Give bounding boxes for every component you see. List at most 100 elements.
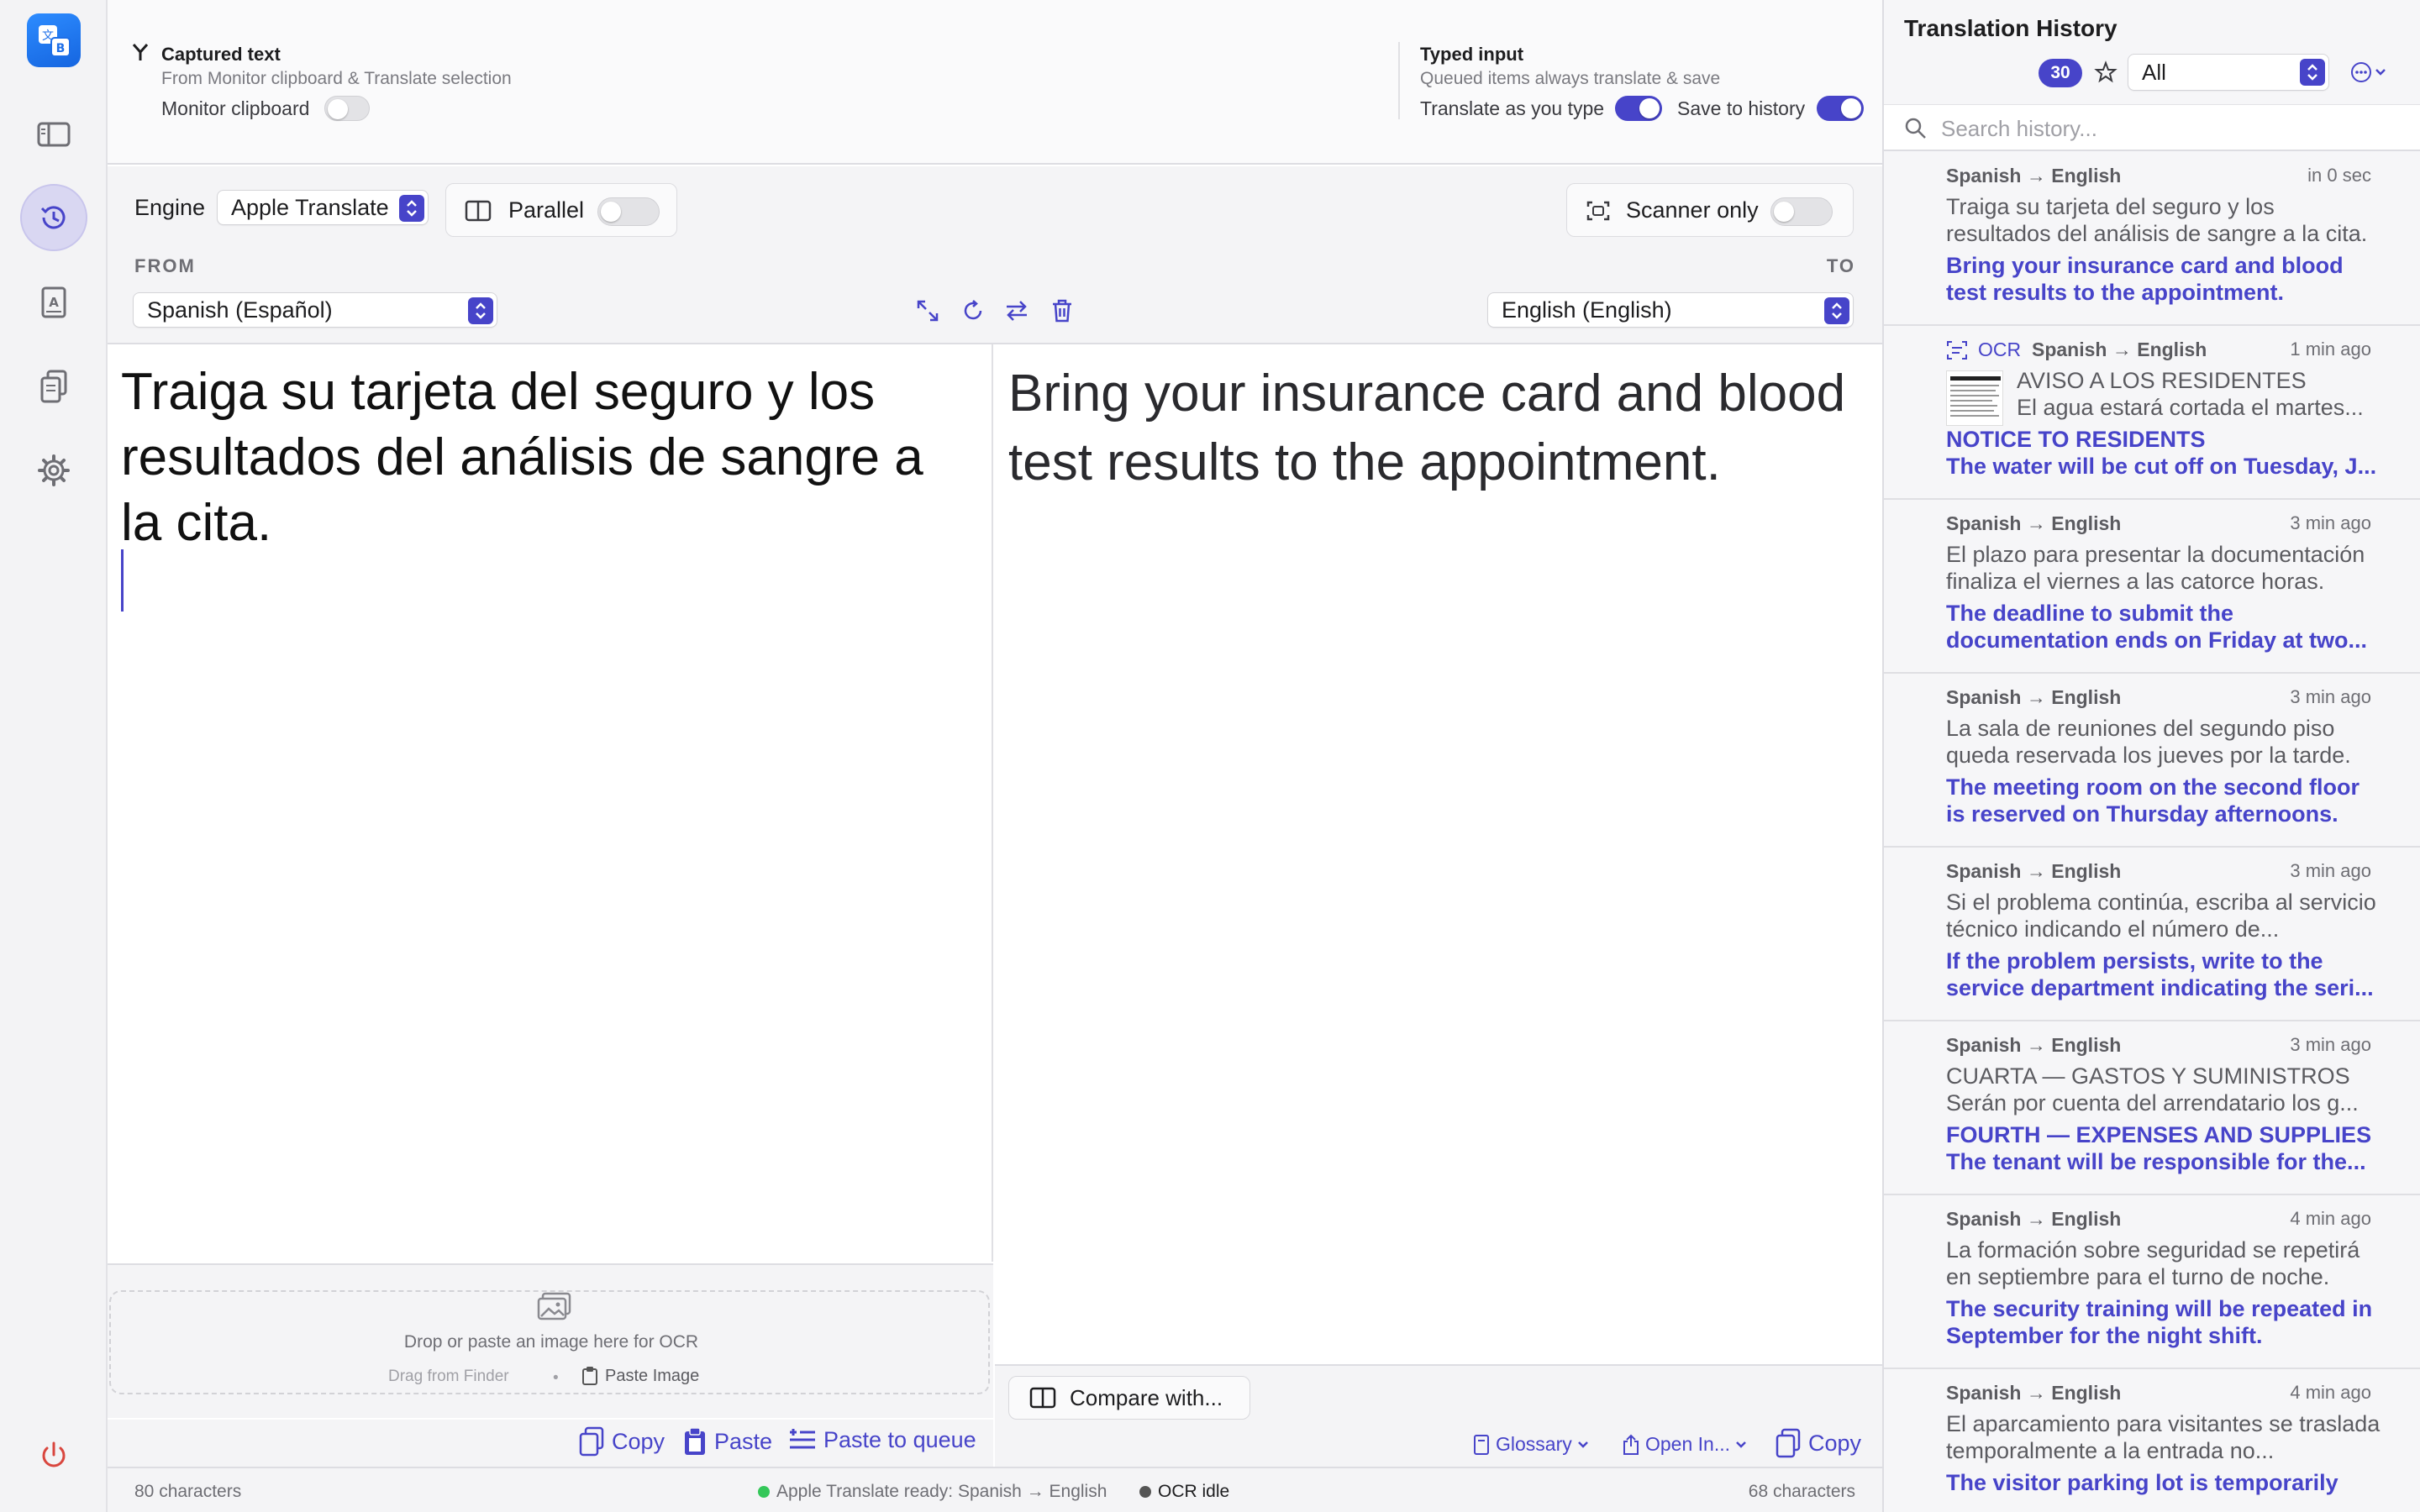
ocr-drop-target[interactable]: Drop or paste an image here for OCR Drag… — [109, 1290, 990, 1394]
translation-controls: Engine Apple Translate Parallel Scanner … — [108, 166, 1882, 344]
sidebar-icon — [37, 121, 71, 148]
engine-select[interactable]: Apple Translate — [217, 190, 429, 225]
history-item[interactable]: OCR Spanish → English AVISO A LOS RESIDENT… — [1884, 327, 2420, 500]
sidebar-item-dictionary[interactable]: A — [20, 269, 87, 336]
star-icon[interactable] — [2094, 60, 2118, 84]
history-item-direction: Spanish → English — [1946, 860, 2122, 882]
history-item-direction: Spanish → English — [1946, 1382, 2122, 1404]
target-char-count: 68 characters — [1748, 1482, 1855, 1501]
paste-to-queue-button[interactable]: Paste to queue — [788, 1426, 976, 1453]
sidebar-toggle-button[interactable] — [20, 101, 87, 168]
history-filter-select[interactable]: All — [2128, 54, 2329, 91]
history-filter-value: All — [2142, 60, 2166, 85]
history-item[interactable]: Spanish → English Traiga su tarjeta del s… — [1884, 153, 2420, 326]
monitor-clipboard-toggle[interactable] — [324, 96, 370, 121]
target-language-select[interactable]: English (English) — [1487, 292, 1854, 328]
source-language-value: Spanish (Español) — [147, 297, 333, 323]
target-copy-button[interactable]: Copy — [1775, 1428, 1861, 1458]
history-search-input[interactable] — [1941, 112, 2395, 145]
sidebar-item-settings[interactable] — [20, 437, 87, 504]
translate-as-you-type-toggle[interactable] — [1615, 96, 1662, 121]
history-item-time: in 0 sec — [2307, 165, 2371, 186]
translate-as-you-type-label: Translate as you type — [1420, 97, 1605, 119]
history-item-translation: The security training will be repeated i… — [1946, 1296, 2373, 1348]
history-title: Translation History — [1904, 15, 2118, 41]
source-copy-button[interactable]: Copy — [578, 1426, 665, 1457]
save-to-history-label: Save to history — [1677, 97, 1806, 119]
history-item[interactable]: Spanish → English Si el problema continúa… — [1884, 848, 2420, 1021]
source-text-editor[interactable]: Traiga su tarjeta del seguro y los resul… — [108, 344, 993, 1262]
chevron-down-icon — [1577, 1441, 1589, 1449]
history-item[interactable]: Spanish → English La formación sobre segu… — [1884, 1196, 2420, 1369]
history-item[interactable]: Spanish → English El plazo para presentar… — [1884, 501, 2420, 674]
history-item[interactable]: Spanish → English El aparcamiento para vi… — [1884, 1370, 2420, 1512]
app-logo-icon[interactable]: 文 B — [27, 13, 81, 67]
history-item-time: 3 min ago — [2290, 1034, 2371, 1055]
ocr-status: OCR idle — [1158, 1482, 1230, 1501]
sidebar: 文 B A — [0, 0, 108, 1512]
svg-text:A: A — [49, 295, 59, 310]
typed-input-title: Typed input — [1420, 44, 1524, 65]
dictionary-book-icon: A — [39, 286, 69, 319]
glossary-menu[interactable]: Glossary — [1472, 1433, 1589, 1456]
history-item[interactable]: Spanish → English CUARTA — GASTOS Y SUMIN… — [1884, 1022, 2420, 1195]
history-item-translation: The meeting room on the second floor is … — [1946, 774, 2360, 827]
ocr-badge: OCR — [1978, 339, 2022, 360]
paste-image-button[interactable]: Paste Image — [581, 1366, 699, 1386]
divider — [1398, 42, 1400, 119]
clear-button[interactable] — [1047, 296, 1077, 326]
history-item-source: Si el problema continúa, escriba al serv… — [1946, 890, 2376, 942]
history-item-time: 4 min ago — [2290, 1208, 2371, 1229]
history-item-source: Serán por cuenta del arrendatario los g.… — [1946, 1090, 2359, 1116]
monitor-clipboard-label: Monitor clipboard — [161, 97, 310, 119]
history-item-translation: The water will be cut off on Tuesday, J.… — [1946, 454, 2377, 479]
drag-from-finder-hint: Drag from Finder — [388, 1368, 509, 1385]
translation-history-panel: Translation History 30 All Spanish → Eng… — [1882, 0, 2420, 1512]
expand-button[interactable] — [913, 296, 943, 326]
ocr-drop-text: Drop or paste an image here for OCR — [403, 1332, 699, 1352]
open-in-menu[interactable]: Open In... — [1622, 1433, 1747, 1456]
history-item-source-title: CUARTA — GASTOS Y SUMINISTROS — [1946, 1063, 2350, 1089]
swap-languages-button[interactable] — [1002, 296, 1032, 326]
paste-button[interactable]: Paste — [682, 1426, 772, 1457]
power-button[interactable] — [20, 1421, 87, 1488]
engine-label: Engine — [134, 195, 206, 220]
trash-icon — [1053, 299, 1071, 323]
scanner-only-control: Scanner only — [1566, 183, 1854, 237]
select-chevron-icon — [399, 195, 424, 222]
history-item[interactable]: Spanish → English La sala de reuniones de… — [1884, 675, 2420, 848]
history-item-translation-title: FOURTH — EXPENSES AND SUPPLIES — [1946, 1122, 2372, 1147]
clock-history-icon — [37, 201, 71, 234]
more-options-button[interactable] — [2349, 60, 2390, 84]
history-item-direction: Spanish → English — [1946, 686, 2122, 708]
history-item-source: Traiga su tarjeta del seguro y los resul… — [1946, 194, 2368, 246]
translated-text[interactable]: Bring your insurance card and blood test… — [1008, 360, 1857, 497]
sidebar-item-documents[interactable] — [20, 353, 87, 420]
ocr-drop-zone[interactable]: Drop or paste an image here for OCR Drag… — [108, 1263, 993, 1418]
expand-icon — [917, 300, 939, 322]
target-action-bar: Compare with... Glossary Open In... Copy — [995, 1364, 1882, 1467]
scanner-only-label: Scanner only — [1626, 197, 1759, 223]
open-in-label: Open In... — [1645, 1433, 1731, 1455]
source-text[interactable]: Traiga su tarjeta del seguro y los resul… — [121, 360, 970, 556]
history-item-time: 1 min ago — [2290, 339, 2371, 360]
ocr-status-dot — [1139, 1486, 1151, 1498]
ocr-thumbnail — [1946, 370, 2003, 426]
sidebar-item-history[interactable] — [20, 184, 87, 251]
history-item-direction: Spanish → English — [1946, 1034, 2122, 1056]
gear-icon — [37, 454, 71, 487]
clipboard-icon — [581, 1366, 598, 1386]
parallel-toggle[interactable] — [597, 197, 660, 226]
parallel-label: Parallel — [508, 197, 585, 223]
paste-clipboard-icon — [682, 1426, 708, 1457]
history-item-time: 3 min ago — [2290, 512, 2371, 533]
history-item-source: El agua estará cortada el martes... — [2017, 395, 2364, 420]
source-language-select[interactable]: Spanish (Español) — [133, 292, 497, 328]
save-to-history-toggle[interactable] — [1817, 96, 1864, 121]
capture-fork-icon — [131, 42, 150, 62]
scanner-only-toggle[interactable] — [1770, 197, 1833, 226]
retranslate-button[interactable] — [958, 296, 988, 326]
compare-with-button[interactable]: Compare with... — [1008, 1376, 1250, 1420]
engine-status: Apple Translate ready: Spanish → English — [776, 1482, 1107, 1501]
ellipsis-circle-icon — [2351, 62, 2386, 82]
